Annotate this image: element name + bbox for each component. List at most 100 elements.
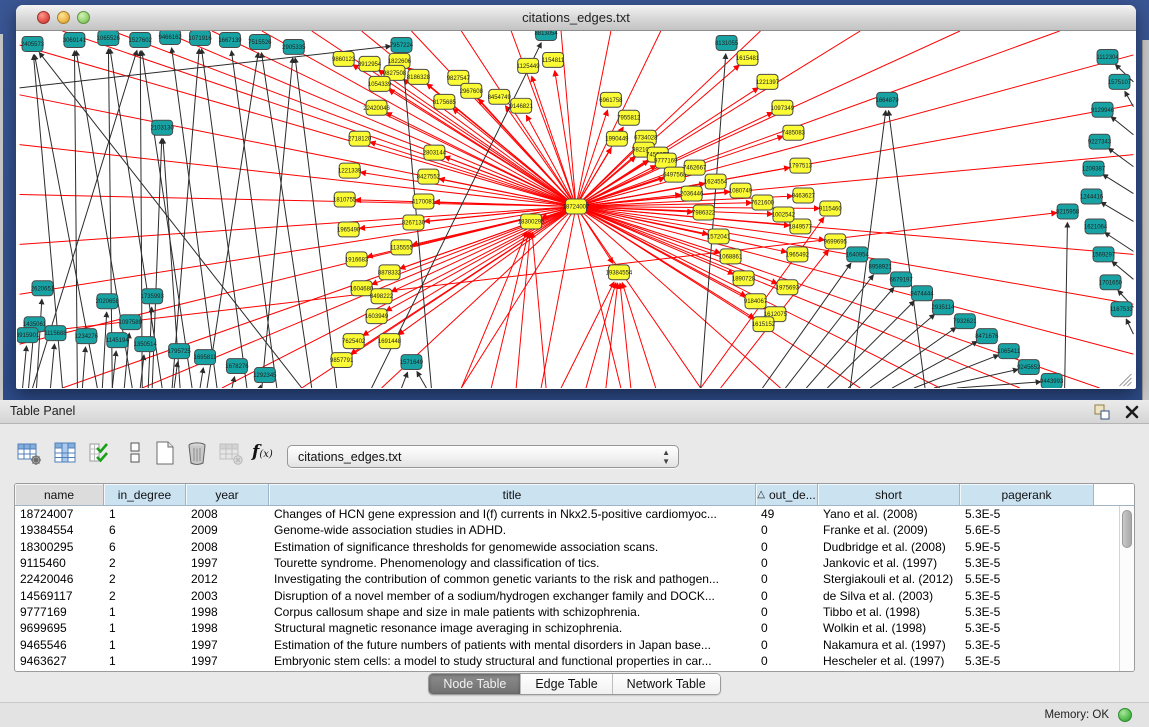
- edit-columns-button[interactable]: [88, 440, 114, 466]
- graph-node[interactable]: 2718120: [348, 131, 372, 146]
- graph-node[interactable]: 9129946: [1091, 102, 1115, 117]
- graph-node[interactable]: 2405573: [21, 36, 45, 51]
- show-columns-button[interactable]: [52, 440, 78, 466]
- graph-node[interactable]: 8186328: [407, 69, 431, 84]
- tab-network-table[interactable]: Network Table: [613, 674, 720, 694]
- graph-node[interactable]: 8267130: [402, 215, 426, 230]
- graph-node[interactable]: 18724007: [563, 199, 590, 214]
- graph-node[interactable]: 7462667: [683, 160, 707, 175]
- network-window-titlebar[interactable]: citations_edges.txt: [16, 5, 1136, 31]
- graph-node[interactable]: 1054339: [368, 76, 392, 91]
- graph-node[interactable]: 1002542: [772, 207, 796, 222]
- graph-node[interactable]: 3069141: [63, 32, 87, 47]
- destroy-table-button[interactable]: [218, 440, 244, 466]
- graph-node[interactable]: 2020658: [96, 294, 120, 309]
- graph-node[interactable]: 2905335: [282, 39, 306, 54]
- tab-edge-table[interactable]: Edge Table: [521, 674, 612, 694]
- column-header-pagerank[interactable]: pagerank: [960, 484, 1094, 505]
- table-row[interactable]: 969969511998Structural magnetic resonanc…: [15, 620, 1134, 636]
- close-panel-icon[interactable]: [1123, 403, 1141, 421]
- scrollbar-thumb[interactable]: [1122, 510, 1132, 548]
- graph-node[interactable]: 1890728: [732, 271, 756, 286]
- table-row[interactable]: 1872400712008Changes of HCN gene express…: [15, 506, 1134, 522]
- table-settings-button[interactable]: [16, 440, 42, 466]
- graph-node[interactable]: 9860123: [332, 51, 356, 66]
- graph-node[interactable]: 9777169: [654, 153, 678, 168]
- graph-node[interactable]: 1125449: [517, 58, 540, 73]
- graph-node[interactable]: 1691448: [378, 334, 402, 349]
- tab-node-table[interactable]: Node Table: [429, 674, 521, 694]
- graph-node[interactable]: 1795725: [167, 344, 191, 359]
- vertical-scrollbar[interactable]: [1119, 506, 1134, 671]
- graph-node[interactable]: 8498222: [370, 289, 394, 304]
- graph-node[interactable]: 9474444: [910, 286, 934, 301]
- graph-node[interactable]: 9146821: [510, 98, 534, 113]
- graph-node[interactable]: 1154811: [542, 52, 565, 67]
- graph-node[interactable]: 1621064: [1084, 219, 1108, 234]
- graph-node[interactable]: 1667139: [218, 32, 242, 47]
- graph-node[interactable]: 1068861: [719, 249, 743, 264]
- graph-node[interactable]: 1575107: [1108, 74, 1132, 89]
- graph-node[interactable]: 7957224: [390, 37, 414, 52]
- graph-node[interactable]: 2103130: [151, 120, 175, 135]
- graph-node[interactable]: 1678276: [225, 359, 249, 374]
- graph-node[interactable]: 8471676: [975, 329, 999, 344]
- graph-node[interactable]: 1571649: [400, 355, 424, 370]
- graph-node[interactable]: 1221339: [338, 163, 362, 178]
- graph-node[interactable]: 1615152: [752, 317, 776, 332]
- graph-node[interactable]: 9115460: [819, 201, 842, 216]
- graph-node[interactable]: 9466162: [159, 31, 183, 44]
- table-row[interactable]: 2242004622012Investigating the contribut…: [15, 571, 1134, 587]
- graph-node[interactable]: 7625402: [342, 334, 366, 349]
- graph-node[interactable]: 2935114: [932, 300, 955, 315]
- graph-node[interactable]: 1701650: [1099, 275, 1123, 290]
- graph-node[interactable]: 9699695: [824, 234, 848, 249]
- graph-node[interactable]: 1664879: [876, 92, 900, 107]
- graph-node[interactable]: 7485083: [782, 125, 806, 140]
- table-row[interactable]: 977716911998Corpus callosum shape and si…: [15, 604, 1134, 620]
- graph-node[interactable]: 1572041: [707, 229, 731, 244]
- graph-node[interactable]: 3915901: [17, 328, 40, 343]
- graph-node[interactable]: 1065526: [97, 31, 121, 45]
- graph-node[interactable]: 1112304: [1096, 49, 1119, 64]
- row-options-button[interactable]: [122, 440, 148, 466]
- graph-node[interactable]: 2967608: [460, 83, 484, 98]
- graph-node[interactable]: 1965490: [337, 222, 361, 237]
- column-header-in-degree[interactable]: in_degree: [104, 484, 186, 505]
- graph-node[interactable]: 1080749: [729, 183, 753, 198]
- graph-node[interactable]: 22420046: [363, 100, 390, 115]
- column-header-year[interactable]: year: [186, 484, 269, 505]
- column-header-short[interactable]: short: [818, 484, 960, 505]
- network-window[interactable]: citations_edges.txt 2405573 3069141 106552…: [16, 5, 1136, 389]
- graph-node[interactable]: 1695811: [194, 350, 217, 365]
- graph-node[interactable]: 8427552: [417, 169, 441, 184]
- graph-node[interactable]: 8175685: [433, 94, 457, 109]
- graph-node[interactable]: 6961758: [599, 92, 623, 107]
- graph-node[interactable]: 9184067: [744, 294, 768, 309]
- column-header-title[interactable]: title: [269, 484, 756, 505]
- node-table[interactable]: namein_degreeyeartitle△out_de...shortpag…: [14, 483, 1135, 672]
- graph-node[interactable]: 8958921: [869, 259, 893, 274]
- table-row[interactable]: 1456911722003Disruption of a novel membe…: [15, 587, 1134, 603]
- graph-node[interactable]: 8878332: [378, 265, 402, 280]
- table-row[interactable]: 946554611997Estimation of the future num…: [15, 636, 1134, 652]
- float-panel-icon[interactable]: [1093, 403, 1111, 421]
- graph-node[interactable]: 9245652: [1017, 360, 1041, 375]
- graph-node[interactable]: 7932621: [953, 314, 977, 329]
- graph-node[interactable]: 1244416: [1080, 189, 1104, 204]
- graph-node[interactable]: 1221397: [756, 74, 780, 89]
- graph-node[interactable]: 1115688: [44, 326, 67, 341]
- table-row[interactable]: 1938455462009Genome-wide association stu…: [15, 522, 1134, 538]
- graph-node[interactable]: 2803144: [423, 145, 447, 160]
- graph-node[interactable]: 7515526: [248, 34, 272, 49]
- graph-node[interactable]: 1071916: [188, 31, 212, 45]
- column-header-name[interactable]: name: [15, 484, 104, 505]
- graph-node[interactable]: 1916683: [345, 252, 369, 267]
- network-canvas[interactable]: 2405573306914110655261527602946616210719…: [17, 31, 1135, 388]
- table-row[interactable]: 911546021997Tourette syndrome. Phenomeno…: [15, 555, 1134, 571]
- graph-node[interactable]: 7621600: [751, 195, 775, 210]
- graph-node[interactable]: 8813054: [534, 31, 558, 40]
- network-view[interactable]: 2405573306914110655261527602946616210719…: [17, 31, 1135, 388]
- graph-node[interactable]: 1135555: [390, 240, 413, 255]
- graph-node[interactable]: 8215958: [1056, 204, 1080, 219]
